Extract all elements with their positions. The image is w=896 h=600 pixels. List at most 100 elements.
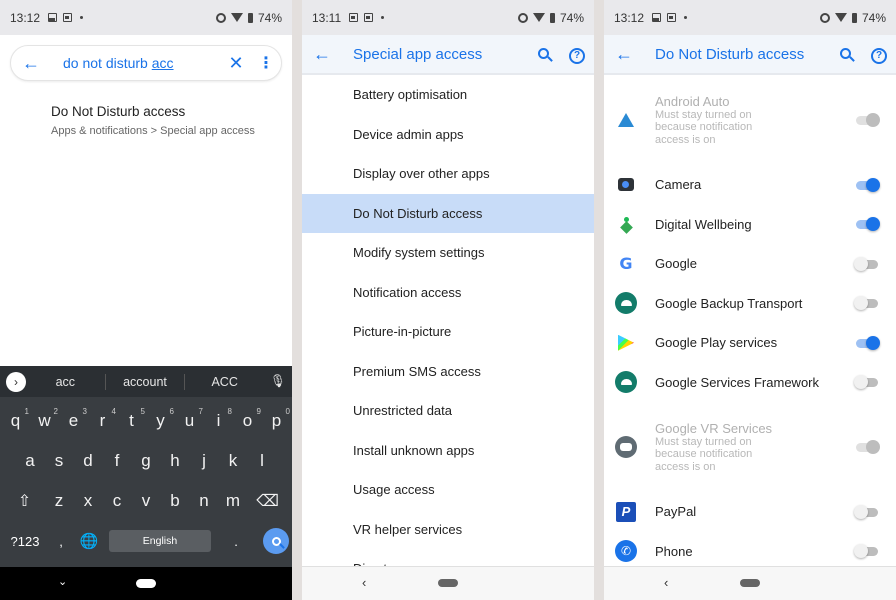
list-item[interactable]: Unrestricted data (302, 391, 594, 431)
back-nav-icon[interactable]: ‹ (362, 575, 366, 590)
key[interactable]: b (161, 491, 190, 511)
key[interactable]: r4 (88, 407, 117, 431)
access-toggle[interactable] (854, 504, 880, 519)
list-item[interactable]: Display over other apps (302, 154, 594, 194)
access-toggle[interactable] (854, 335, 880, 350)
space-key[interactable]: English (109, 530, 211, 552)
more-vert-icon[interactable]: ⋮ (251, 53, 281, 73)
key[interactable]: k (219, 451, 248, 471)
key[interactable]: q1 (1, 407, 30, 431)
hide-keyboard-icon[interactable]: ⌄ (58, 575, 67, 588)
list-item[interactable]: Battery optimisation (302, 75, 594, 115)
access-toggle[interactable] (854, 375, 880, 390)
app-row[interactable]: P PayPal (604, 492, 896, 532)
list-item-label: Unrestricted data (353, 403, 452, 419)
key[interactable]: a (16, 451, 45, 471)
nav-bar: ‹ (302, 566, 594, 600)
app-name: Google (655, 256, 697, 272)
key[interactable]: j (190, 451, 219, 471)
suggestion[interactable]: ACC (185, 375, 264, 389)
app-row[interactable]: Camera (604, 165, 896, 205)
key[interactable]: e3 (59, 407, 88, 431)
camera-icon (615, 174, 637, 196)
search-icon (839, 47, 851, 59)
home-pill[interactable] (136, 579, 156, 588)
help-button[interactable]: ? (862, 45, 896, 64)
access-toggle[interactable] (854, 544, 880, 559)
list-item[interactable]: Modify system settings (302, 233, 594, 273)
access-toggle[interactable] (854, 296, 880, 311)
key[interactable]: y6 (146, 407, 175, 431)
result-path: Apps & notifications > Special app acces… (51, 125, 255, 137)
back-nav-icon[interactable]: ‹ (664, 575, 668, 590)
battery-percent: 74% (861, 10, 886, 25)
expand-chevron-icon[interactable]: › (6, 371, 26, 392)
back-arrow-icon[interactable]: ← (604, 44, 644, 65)
symbols-key[interactable]: ?123 (3, 534, 47, 549)
home-pill[interactable] (740, 579, 760, 587)
key[interactable]: p0 (262, 407, 291, 431)
key[interactable]: g (132, 451, 161, 471)
key[interactable]: w2 (30, 407, 59, 431)
key[interactable]: f (103, 451, 132, 471)
key-letter: y (156, 411, 165, 430)
search-result[interactable]: Do Not Disturb access Apps & notificatio… (51, 104, 255, 137)
suggestion[interactable]: acc (26, 375, 105, 389)
search-button[interactable] (828, 46, 862, 63)
comma-key[interactable]: , (47, 534, 75, 549)
key[interactable]: i8 (204, 407, 233, 431)
app-row[interactable]: Digital Wellbeing (604, 205, 896, 245)
access-toggle[interactable] (854, 217, 880, 232)
app-row[interactable]: Google Play services (604, 323, 896, 363)
app-row[interactable]: Google Services Framework (604, 363, 896, 403)
list-item[interactable]: Picture-in-picture (302, 312, 594, 352)
key[interactable]: s (45, 451, 74, 471)
list-item[interactable]: Usage access (302, 470, 594, 510)
key[interactable]: l (248, 451, 277, 471)
access-toggle[interactable] (854, 256, 880, 271)
back-arrow-icon[interactable]: ← (11, 53, 51, 74)
globe-icon[interactable]: 🌐 (75, 532, 103, 550)
shift-key[interactable]: ⇧ (5, 491, 45, 511)
toggle-thumb (866, 335, 880, 350)
app-row[interactable]: Google Backup Transport (604, 284, 896, 324)
key[interactable]: v (132, 491, 161, 511)
key[interactable]: n (190, 491, 219, 511)
microphone-icon[interactable]: 🎙 (264, 374, 292, 389)
period-key[interactable]: . (217, 534, 255, 549)
search-bar[interactable]: ← do not disturb acc ✕ ⋮ (10, 45, 282, 81)
list-item[interactable]: Install unknown apps (302, 431, 594, 471)
clear-icon[interactable]: ✕ (221, 53, 251, 74)
key[interactable]: h (161, 451, 190, 471)
dnd-access-panel: 13:12 74% ← Do Not Disturb access ? Andr… (604, 0, 896, 600)
key-letter: o (242, 411, 253, 430)
list-item[interactable]: Notification access (302, 273, 594, 313)
battery-percent: 74% (257, 10, 282, 25)
access-toggle[interactable] (854, 177, 880, 192)
list-item[interactable]: Premium SMS access (302, 352, 594, 392)
search-button[interactable] (526, 46, 560, 63)
key[interactable]: c (103, 491, 132, 511)
home-pill[interactable] (438, 579, 458, 587)
backspace-key[interactable]: ⌫ (248, 491, 288, 511)
key[interactable]: t5 (117, 407, 146, 431)
key[interactable]: o9 (233, 407, 262, 431)
key[interactable]: u7 (175, 407, 204, 431)
key[interactable]: x (74, 491, 103, 511)
search-key[interactable] (263, 528, 289, 554)
app-row[interactable]: G Google (604, 244, 896, 284)
help-button[interactable]: ? (560, 45, 594, 64)
key[interactable]: z (45, 491, 74, 511)
suggestion[interactable]: account (106, 375, 185, 389)
list-item[interactable]: Do Not Disturb access (302, 193, 594, 233)
key[interactable]: m (219, 491, 248, 511)
app-text: Google Services Framework (655, 375, 854, 390)
list-item[interactable]: Device admin apps (302, 115, 594, 155)
app-row: Android Auto Must stay turned on because… (604, 75, 896, 165)
back-arrow-icon[interactable]: ← (302, 44, 342, 65)
search-input[interactable]: do not disturb acc (51, 55, 221, 71)
list-item[interactable]: VR helper services (302, 510, 594, 550)
key-letter: u (184, 411, 195, 430)
key[interactable]: d (74, 451, 103, 471)
app-text: Google (655, 256, 854, 271)
